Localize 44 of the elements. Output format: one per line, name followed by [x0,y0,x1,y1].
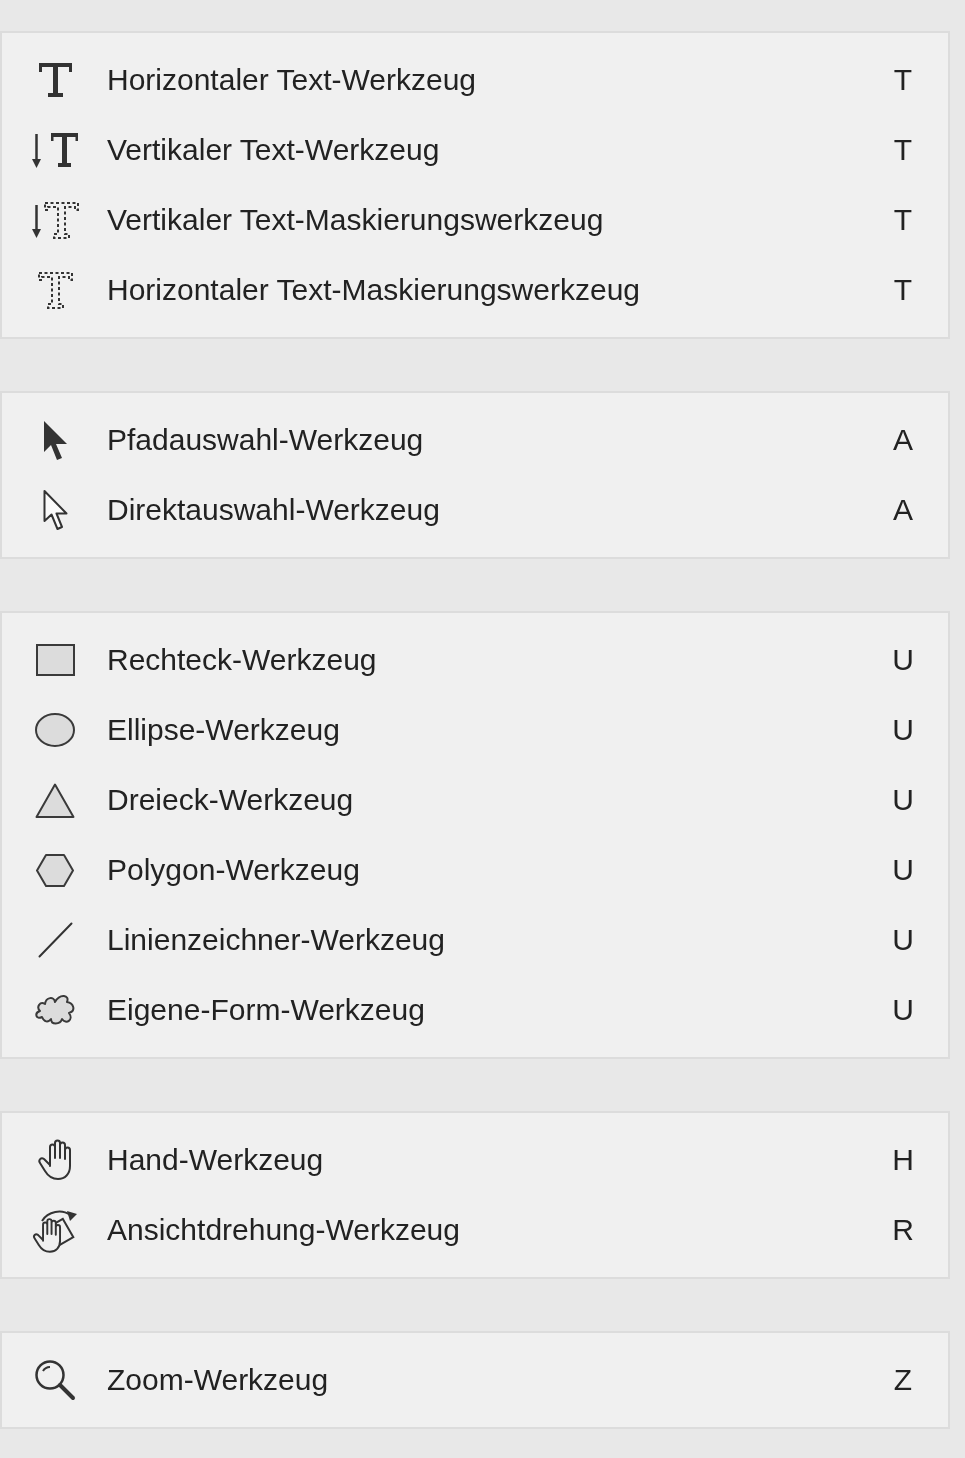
pointer-icon [42,419,68,461]
tool-menu-item[interactable]: Rechteck-Werkzeug [107,642,883,678]
shortcut-key: U [883,642,923,678]
tool-menu-item[interactable]: Linienzeichner-Werkzeug [107,922,883,958]
shortcut-key: U [883,992,923,1028]
shortcut-key: U [883,782,923,818]
tool-menu-item[interactable]: Polygon-Werkzeug [107,852,883,888]
shortcut-key: T [883,202,923,238]
shortcut-key: T [883,272,923,308]
tool-menu-item[interactable]: Vertikaler Text-Maskierungswerkzeug [107,202,883,238]
tool-menu-item[interactable]: Pfadauswahl-Werkzeug [107,422,883,458]
shortcut-key: T [883,132,923,168]
tool-menu-item[interactable]: Ansichtdrehung-Werkzeug [107,1212,883,1248]
letter-t-down-arrow-icon [32,132,78,168]
shortcut-key: U [883,712,923,748]
dashed-letter-t-down-arrow-icon [31,201,79,239]
shortcut-key: Z [883,1362,923,1398]
shortcut-key: H [883,1142,923,1178]
tool-menu-item[interactable]: Horizontaler Text-Maskierungswerkzeug [107,272,883,308]
hexagon-icon [36,853,74,887]
tool-menu-item[interactable]: Eigene-Form-Werkzeug [107,992,883,1028]
blob-shape-icon [33,993,77,1027]
line-icon [37,922,73,958]
outline-pointer-icon [41,489,69,531]
search-icon [34,1359,76,1401]
shortcut-key: A [883,492,923,528]
shortcut-key: U [883,922,923,958]
tool-menu-item[interactable]: Ellipse-Werkzeug [107,712,883,748]
shortcut-key: U [883,852,923,888]
tool-menu-item[interactable]: Dreieck-Werkzeug [107,782,883,818]
rectangle-icon [35,644,75,676]
tool-menu-item[interactable]: Direktauswahl-Werkzeug [107,492,883,528]
tool-menu-item[interactable]: Hand-Werkzeug [107,1142,883,1178]
tool-menu-item[interactable]: Horizontaler Text-Werkzeug [107,62,883,98]
shortcut-key: T [883,62,923,98]
letter-t-icon [38,63,72,97]
dashed-letter-t-icon [37,271,73,309]
ellipse-icon [35,713,75,747]
tool-menu-item[interactable]: Zoom-Werkzeug [107,1362,883,1398]
tool-menu-item[interactable]: Vertikaler Text-Werkzeug [107,132,883,168]
hand-icon [36,1139,74,1181]
triangle-icon [35,782,75,818]
shortcut-key: R [883,1212,923,1248]
shortcut-key: A [883,422,923,458]
